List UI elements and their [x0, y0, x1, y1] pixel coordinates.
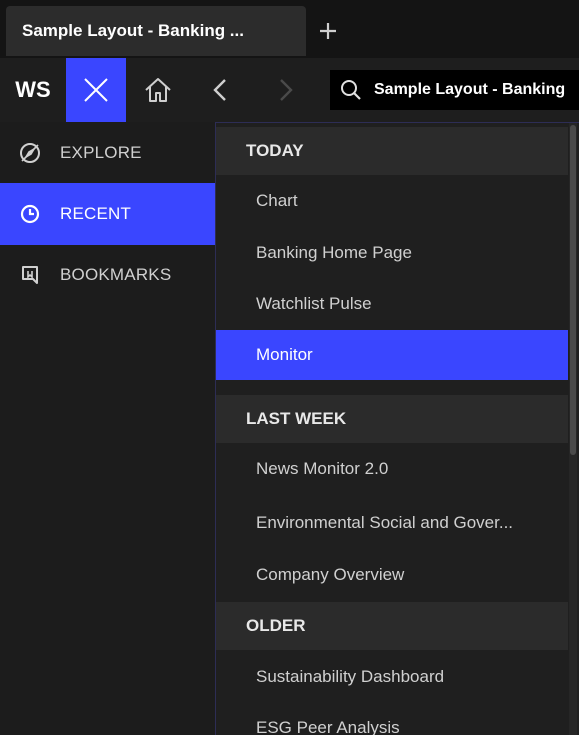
recent-item-watchlist-pulse[interactable]: Watchlist Pulse [216, 279, 568, 329]
section-header-older: OLDER [216, 602, 568, 650]
nav-label-recent: RECENT [60, 204, 132, 223]
tab-sample-layout[interactable]: Sample Layout - Banking ... [6, 6, 306, 56]
recent-item-banking-home-page[interactable]: Banking Home Page [216, 228, 568, 278]
recent-item-label: ESG Peer Analysis [256, 718, 400, 735]
bookmark-icon [18, 263, 42, 287]
brand-text: WS [15, 77, 51, 102]
search-text: Sample Layout - Banking [374, 81, 566, 98]
section-header-today: TODAY [216, 127, 568, 175]
recent-item-label: Banking Home Page [256, 243, 412, 262]
section-title: OLDER [246, 616, 306, 635]
forward-button[interactable] [262, 58, 310, 122]
search-icon [341, 80, 361, 100]
nav-item-recent[interactable]: RECENT [0, 183, 215, 245]
home-icon [145, 78, 171, 102]
recent-item-monitor[interactable]: Monitor [216, 330, 568, 380]
section-title: LAST WEEK [246, 409, 347, 428]
toolbar: WS Sample Layout - Banking [0, 58, 579, 122]
tab-bar: Sample Layout - Banking ... [0, 0, 579, 58]
scrollbar[interactable] [569, 123, 577, 735]
recent-item-sustainability-dashboard[interactable]: Sustainability Dashboard [216, 652, 568, 702]
new-tab-button[interactable] [308, 6, 348, 56]
recent-item-company-overview[interactable]: Company Overview [216, 550, 568, 600]
app-window: Sample Layout - Banking ... WS Sample La… [0, 0, 579, 735]
recent-panel: TODAY Chart Banking Home Page Watchlist … [215, 122, 579, 735]
close-icon [84, 78, 108, 102]
nav-item-bookmarks[interactable]: BOOKMARKS [0, 244, 215, 306]
nav-label-bookmarks: BOOKMARKS [60, 265, 172, 284]
recent-item-news-monitor[interactable]: News Monitor 2.0 [216, 444, 568, 494]
scrollbar-thumb[interactable] [570, 125, 576, 455]
clock-icon [18, 202, 42, 226]
recent-item-label: News Monitor 2.0 [256, 459, 389, 478]
home-button[interactable] [130, 58, 186, 122]
recent-item-label: Sustainability Dashboard [256, 667, 445, 686]
nav-item-explore[interactable]: EXPLORE [0, 122, 215, 184]
recent-item-esg[interactable]: Environmental Social and Gover... [216, 498, 568, 548]
tab-title: Sample Layout - Banking ... [22, 21, 244, 40]
recent-item-label: Company Overview [256, 565, 405, 584]
back-button[interactable] [196, 58, 244, 122]
plus-icon [320, 23, 336, 39]
left-nav: EXPLORE RECENT BOOKMARKS [0, 122, 215, 735]
recent-item-chart[interactable]: Chart [216, 176, 568, 226]
chevron-left-icon [213, 79, 226, 101]
recent-item-label: Monitor [256, 345, 313, 364]
recent-item-esg-peer-analysis[interactable]: ESG Peer Analysis [216, 703, 568, 735]
close-menu-button[interactable] [66, 58, 126, 122]
nav-label-explore: EXPLORE [60, 143, 142, 162]
recent-item-label: Environmental Social and Gover... [256, 513, 514, 532]
brand-logo[interactable]: WS [0, 58, 66, 122]
compass-icon [18, 141, 42, 165]
recent-item-label: Watchlist Pulse [256, 294, 372, 313]
search-input[interactable]: Sample Layout - Banking [330, 70, 579, 110]
section-header-last-week: LAST WEEK [216, 395, 568, 443]
chevron-right-icon [280, 79, 293, 101]
recent-item-label: Chart [256, 191, 298, 210]
section-title: TODAY [246, 141, 304, 160]
